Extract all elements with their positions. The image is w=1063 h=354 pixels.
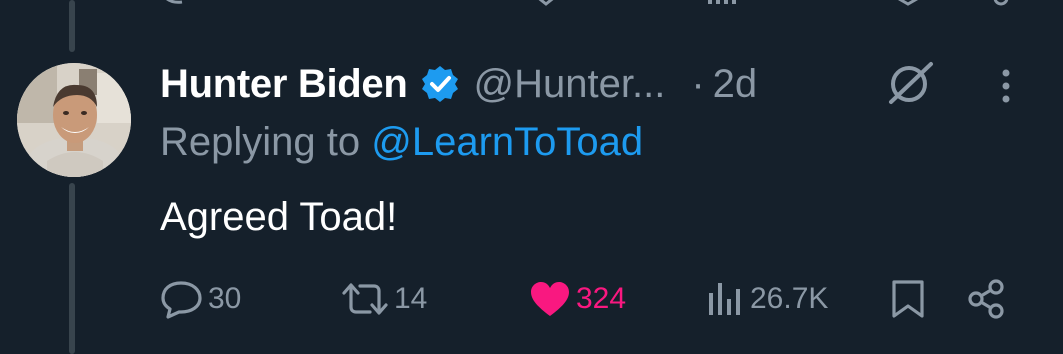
- tweet-text: Agreed Toad!: [160, 195, 398, 239]
- thread-line-bottom: [69, 183, 75, 354]
- reply-icon: [161, 281, 202, 319]
- previous-reply-icon[interactable]: [158, 0, 188, 6]
- reply-button[interactable]: 30: [160, 278, 241, 320]
- like-count: 324: [576, 282, 627, 315]
- avatar[interactable]: [17, 63, 131, 177]
- previous-tweet-actions: [0, 0, 1063, 6]
- share-button[interactable]: [966, 278, 1008, 320]
- like-icon: [531, 282, 569, 316]
- retweet-button[interactable]: 14: [340, 278, 427, 320]
- more-icon[interactable]: [996, 67, 1016, 105]
- replying-mention-link[interactable]: @LearnToToad: [371, 120, 643, 164]
- bookmark-icon: [892, 280, 924, 318]
- author-name[interactable]: Hunter Biden: [160, 62, 408, 107]
- separator-dot: ·: [691, 61, 705, 106]
- reply-count: 30: [208, 282, 242, 315]
- views-count: 26.7K: [750, 282, 829, 315]
- author-handle[interactable]: @Hunter...: [474, 62, 666, 107]
- previous-share-icon[interactable]: [985, 0, 1015, 6]
- share-icon: [968, 279, 1004, 319]
- like-button[interactable]: 324: [528, 278, 626, 320]
- views-icon: [709, 283, 740, 315]
- previous-bookmark-icon[interactable]: [890, 0, 926, 6]
- tweet-header: Hunter Biden @Hunter... · 2d: [160, 58, 757, 110]
- thread-line-top: [69, 0, 75, 52]
- retweet-count: 14: [394, 282, 428, 315]
- avatar-photo: [17, 63, 131, 177]
- verified-badge-icon[interactable]: [420, 64, 460, 104]
- replying-prefix: Replying to: [160, 120, 361, 164]
- retweet-icon: [342, 283, 388, 315]
- timestamp[interactable]: 2d: [713, 62, 758, 107]
- views-button[interactable]: 26.7K: [706, 278, 828, 320]
- replying-to: Replying to @LearnToToad: [160, 120, 643, 165]
- previous-like-icon[interactable]: [532, 0, 562, 6]
- bookmark-button[interactable]: [888, 278, 928, 320]
- previous-views-icon[interactable]: [706, 0, 746, 6]
- grok-icon[interactable]: [885, 60, 937, 106]
